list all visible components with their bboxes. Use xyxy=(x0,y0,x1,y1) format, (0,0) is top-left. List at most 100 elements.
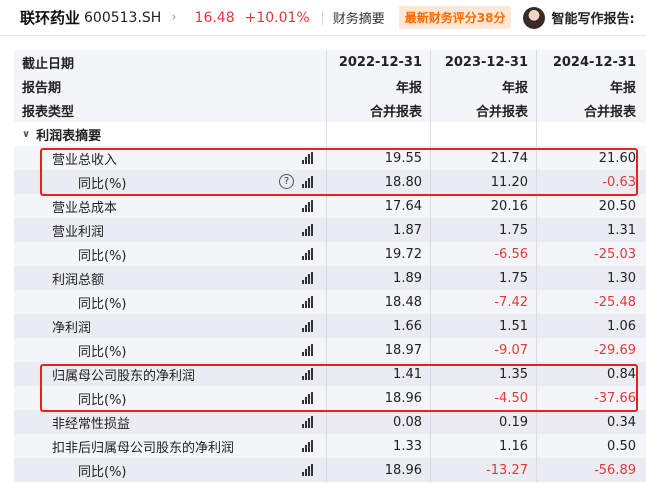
section-label[interactable]: ∨ 利润表摘要 xyxy=(14,122,326,146)
value-cell: 1.06 xyxy=(536,314,646,338)
value-cell: 0.08 xyxy=(326,410,430,434)
bar-chart-icon[interactable] xyxy=(302,176,314,188)
head-cell: 合并报表 xyxy=(430,98,536,122)
bar-chart-icon[interactable] xyxy=(302,416,314,428)
row-label-cell: 利润总额 xyxy=(14,266,326,290)
head-label: 截止日期 xyxy=(22,56,75,72)
table-row[interactable]: 同比(%) 18.96 -4.50 -37.66 xyxy=(14,386,646,410)
head-cell: 2022-12-31 xyxy=(326,50,430,74)
head-cell: 合并报表 xyxy=(326,98,430,122)
value-cell: -6.56 xyxy=(430,242,536,266)
chevron-down-icon[interactable]: ∨ xyxy=(22,129,30,140)
bar-chart-icon[interactable] xyxy=(302,440,314,452)
table-row[interactable]: 扣非后归属母公司股东的净利润 1.33 1.16 0.50 xyxy=(14,434,646,458)
stock-price: 16.48 xyxy=(194,9,235,26)
row-label-cell: 同比(%) xyxy=(14,386,326,410)
value-cell: 20.16 xyxy=(430,194,536,218)
value-cell: 18.80 xyxy=(326,170,430,194)
value-cell: -4.50 xyxy=(430,386,536,410)
value-cell: -0.63 xyxy=(536,170,646,194)
financial-summary-tab[interactable]: 财务摘要 xyxy=(333,8,385,27)
value-cell: 17.64 xyxy=(326,194,430,218)
table-head-row: 截止日期 2022-12-31 2023-12-31 2024-12-31 xyxy=(14,50,646,74)
value-cell: -9.07 xyxy=(430,338,536,362)
row-label: 利润总额 xyxy=(52,272,105,288)
row-label-cell: 非经常性损益 xyxy=(14,410,326,434)
bar-chart-icon[interactable] xyxy=(302,344,314,356)
row-label: 同比(%) xyxy=(78,296,127,312)
stock-name[interactable]: 联环药业 xyxy=(20,7,80,28)
row-label: 营业总收入 xyxy=(52,152,118,168)
value-cell: -25.03 xyxy=(536,242,646,266)
bar-chart-icon[interactable] xyxy=(302,200,314,212)
value-cell: 1.66 xyxy=(326,314,430,338)
head-cell: 合并报表 xyxy=(536,98,646,122)
stock-code: 600513.SH xyxy=(84,9,162,26)
bar-chart-icon[interactable] xyxy=(302,392,314,404)
value-cell: 19.72 xyxy=(326,242,430,266)
value-cell: 1.31 xyxy=(536,218,646,242)
row-label-cell: 同比(%) xyxy=(14,290,326,314)
table-row[interactable]: 营业总成本 17.64 20.16 20.50 xyxy=(14,194,646,218)
value-cell: 0.19 xyxy=(430,410,536,434)
section-row[interactable]: ∨ 利润表摘要 xyxy=(14,122,646,146)
bar-chart-icon[interactable] xyxy=(302,464,314,476)
income-statement-table: 截止日期 2022-12-31 2023-12-31 2024-12-31 报告… xyxy=(14,50,646,482)
bar-chart-icon[interactable] xyxy=(302,296,314,308)
table-row[interactable]: 同比(%) 18.97 -9.07 -29.69 xyxy=(14,338,646,362)
row-label: 扣非后归属母公司股东的净利润 xyxy=(52,440,235,456)
value-cell: -7.42 xyxy=(430,290,536,314)
table-row[interactable]: 营业总收入 19.55 21.74 21.60 xyxy=(14,146,646,170)
chevron-right-icon[interactable]: › xyxy=(171,10,176,25)
row-label-cell: 扣非后归属母公司股东的净利润 xyxy=(14,434,326,458)
bar-chart-icon[interactable] xyxy=(302,152,314,164)
table-row[interactable]: 同比(%) 19.72 -6.56 -25.03 xyxy=(14,242,646,266)
value-cell: 0.34 xyxy=(536,410,646,434)
value-cell: 1.16 xyxy=(430,434,536,458)
value-cell: 18.96 xyxy=(326,386,430,410)
value-cell: -56.89 xyxy=(536,458,646,482)
value-cell: -13.27 xyxy=(430,458,536,482)
value-cell: 1.41 xyxy=(326,362,430,386)
help-icon[interactable]: ? xyxy=(279,174,294,189)
empty-cell xyxy=(326,122,430,146)
value-cell: 1.87 xyxy=(326,218,430,242)
ai-report-link[interactable]: 智能写作报告: xyxy=(551,8,634,27)
value-cell: -25.48 xyxy=(536,290,646,314)
value-cell: -37.66 xyxy=(536,386,646,410)
table-head-row: 报告期 年报 年报 年报 xyxy=(14,74,646,98)
row-label: 同比(%) xyxy=(78,464,127,480)
table-row[interactable]: 营业利润 1.87 1.75 1.31 xyxy=(14,218,646,242)
stock-change: +10.01% xyxy=(244,9,310,26)
bar-chart-icon[interactable] xyxy=(302,248,314,260)
row-label: 同比(%) xyxy=(78,248,127,264)
value-cell: 0.84 xyxy=(536,362,646,386)
financial-score-badge[interactable]: 最新财务评分38分 xyxy=(398,6,512,29)
value-cell: 20.50 xyxy=(536,194,646,218)
table-row[interactable]: 利润总额 1.89 1.75 1.30 xyxy=(14,266,646,290)
row-label-cell: 归属母公司股东的净利润 xyxy=(14,362,326,386)
table-row[interactable]: 非经常性损益 0.08 0.19 0.34 xyxy=(14,410,646,434)
table-row[interactable]: 净利润 1.66 1.51 1.06 xyxy=(14,314,646,338)
avatar[interactable] xyxy=(523,6,546,29)
value-cell: -29.69 xyxy=(536,338,646,362)
bar-chart-icon[interactable] xyxy=(302,224,314,236)
value-cell: 1.30 xyxy=(536,266,646,290)
bar-chart-icon[interactable] xyxy=(302,368,314,380)
row-label-cell: 同比(%) xyxy=(14,458,326,482)
bar-chart-icon[interactable] xyxy=(302,320,314,332)
value-cell: 11.20 xyxy=(430,170,536,194)
head-label: 报表类型 xyxy=(22,104,75,120)
bar-chart-icon[interactable] xyxy=(302,272,314,284)
row-label-cell: 营业总收入 xyxy=(14,146,326,170)
row-label-cell: 同比(%) xyxy=(14,242,326,266)
table-row[interactable]: 同比(%) 18.48 -7.42 -25.48 xyxy=(14,290,646,314)
row-label: 同比(%) xyxy=(78,344,127,360)
row-label-cell: 同比(%)? xyxy=(14,170,326,194)
row-label-cell: 净利润 xyxy=(14,314,326,338)
table-row[interactable]: 同比(%) 18.96 -13.27 -56.89 xyxy=(14,458,646,482)
value-cell: 1.89 xyxy=(326,266,430,290)
table-row[interactable]: 同比(%)? 18.80 11.20 -0.63 xyxy=(14,170,646,194)
table-row[interactable]: 归属母公司股东的净利润 1.41 1.35 0.84 xyxy=(14,362,646,386)
value-cell: 19.55 xyxy=(326,146,430,170)
